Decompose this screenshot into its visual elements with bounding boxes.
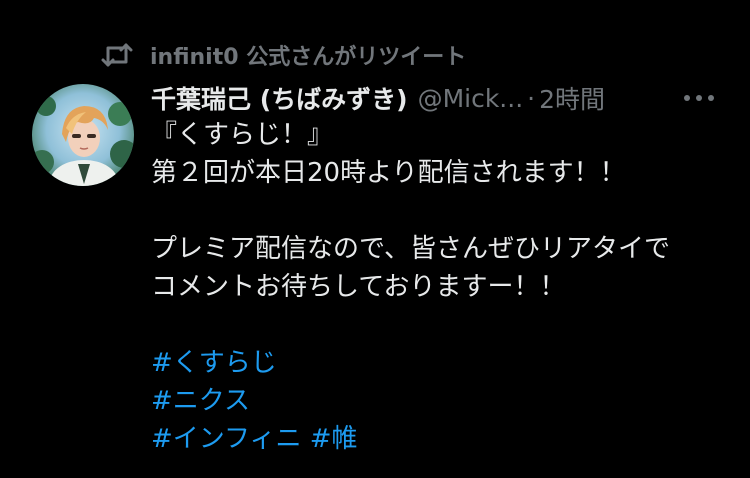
hashtag-line: #ニクス [151,382,741,420]
hashtag-link[interactable]: #ニクス [151,386,250,416]
tweet-text-line: 第２回が本日20時より配信されます！！ [151,158,626,188]
display-name[interactable]: 千葉瑞己 (ちばみずき) [151,80,408,116]
tweet-text: 『くすらじ！』 第２回が本日20時より配信されます！！ プレミア配信なので、皆さ… [151,116,741,458]
avatar-image [32,84,134,186]
tweet-text-line: コメントお待ちしておりますー！！ [151,272,566,302]
user-handle[interactable]: @Mick... [418,84,524,113]
hashtag-link[interactable]: #帷 [310,424,358,454]
hashtag-line: #インフィニ #帷 [151,420,741,458]
timestamp[interactable]: 2時間 [539,80,605,116]
retweet-icon [101,43,133,67]
tweet-text-line: 『くすらじ！』 [151,120,334,150]
tweet-text-line: プレミア配信なので、皆さんぜひリアタイで [151,234,670,264]
separator-dot: · [527,83,536,113]
hashtag-line: #くすらじ [151,344,741,382]
tweet[interactable]: infinit0 公式さんがリツイート 千葉瑞己 (ちばみずき) @Mick..… [0,0,750,478]
hashtag-link[interactable]: #インフィニ [151,424,302,454]
hashtag-link[interactable]: #くすらじ [151,348,277,378]
retweet-text[interactable]: infinit0 公式さんがリツイート [150,39,466,71]
more-horizontal-icon[interactable] [682,88,716,108]
avatar[interactable] [32,84,134,186]
tweet-header: 千葉瑞己 (ちばみずき) @Mick... · 2時間 [151,78,731,118]
retweet-context: infinit0 公式さんがリツイート [100,38,466,72]
